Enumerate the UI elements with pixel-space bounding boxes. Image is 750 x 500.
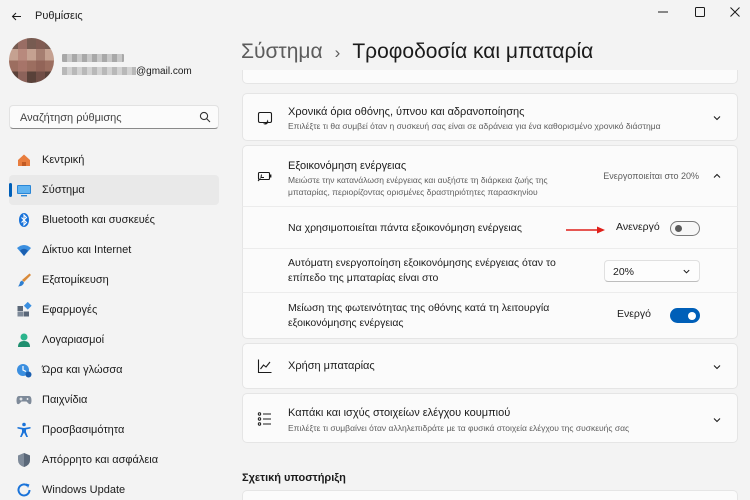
sidebar-item-accounts[interactable]: Λογαριασμοί xyxy=(9,325,219,355)
sidebar-item-label: Κεντρική xyxy=(42,154,85,166)
profile-name-redacted xyxy=(62,54,124,62)
wifi-icon xyxy=(16,242,32,258)
screen-timeout-icon xyxy=(257,110,273,126)
sidebar-item-label: Σύστημα xyxy=(42,184,85,196)
card-title: Χρήση μπαταρίας xyxy=(288,360,375,372)
breadcrumb-parent[interactable]: Σύστημα xyxy=(241,40,323,63)
lower-brightness-row: Μείωση της φωτεινότητας της οθόνης κατά … xyxy=(242,293,738,339)
shield-icon xyxy=(16,452,32,468)
sidebar-item-network[interactable]: Δίκτυο και Internet xyxy=(9,235,219,265)
sidebar-item-label: Εξατομίκευση xyxy=(42,274,109,286)
minimize-button[interactable] xyxy=(646,0,680,24)
maximize-icon xyxy=(695,7,705,17)
apps-icon xyxy=(16,302,32,318)
sidebar-item-personalization[interactable]: Εξατομίκευση xyxy=(9,265,219,295)
row-label-line2: επίπεδο της μπαταρίας είναι στο xyxy=(288,272,439,284)
sidebar-item-bluetooth[interactable]: Bluetooth και συσκευές xyxy=(9,205,219,235)
toggle-state-label: Ανενεργό xyxy=(616,221,660,233)
sidebar-item-label: Bluetooth και συσκευές xyxy=(42,214,155,226)
account-icon xyxy=(16,332,32,348)
toggle-state-label: Ενεργό xyxy=(617,308,651,320)
back-button[interactable] xyxy=(6,6,26,26)
row-label-line2: εξοικονόμησης ενέργειας xyxy=(288,317,404,329)
sidebar-item-time-language[interactable]: Ώρα και γλώσσα xyxy=(9,355,219,385)
card-subtitle: Επιλέξτε τι θα συμβεί όταν η συσκευή σας… xyxy=(288,121,661,131)
brush-icon xyxy=(16,272,32,288)
chevron-down-icon xyxy=(681,266,691,276)
profile-email: @gmail.com xyxy=(136,66,192,77)
card-subtitle-line1: Μειώστε την κατανάλωση ενέργειας και αυξ… xyxy=(288,175,548,185)
gamepad-icon xyxy=(16,392,32,408)
sidebar-item-label: Δίκτυο και Internet xyxy=(42,244,132,256)
search-input[interactable]: Αναζήτηση ρύθμισης xyxy=(9,105,219,129)
battery-saver-card[interactable]: Εξοικονόμηση ενέργειας Μειώστε την καταν… xyxy=(242,145,738,207)
sidebar-item-system[interactable]: Σύστημα xyxy=(9,175,219,205)
sidebar-item-label: Προσβασιμότητα xyxy=(42,424,125,436)
sidebar-item-label: Λογαριασμοί xyxy=(42,334,105,346)
breadcrumb-current: Τροφοδοσία και μπαταρία xyxy=(352,40,594,63)
chart-icon xyxy=(257,358,273,374)
chevron-down-icon xyxy=(711,361,723,373)
sidebar-item-home[interactable]: Κεντρική xyxy=(9,145,219,175)
always-battery-saver-toggle[interactable] xyxy=(670,221,700,236)
sidebar-nav: Κεντρική Σύστημα Bluetooth και συσκευές … xyxy=(9,145,219,500)
sidebar-item-label: Απόρρητο και ασφάλεια xyxy=(42,454,159,466)
accessibility-icon xyxy=(16,422,32,438)
minimize-icon xyxy=(658,11,668,13)
card-title: Καπάκι και ισχύς στοιχείων ελέγχου κουμπ… xyxy=(288,407,511,419)
chevron-up-icon xyxy=(711,170,723,182)
screen-timeouts-card[interactable]: Χρονικά όρια οθόνης, ύπνου και αδρανοποί… xyxy=(242,93,738,141)
lid-power-card[interactable]: Καπάκι και ισχύς στοιχείων ελέγχου κουμπ… xyxy=(242,393,738,443)
card-title: Εξοικονόμηση ενέργειας xyxy=(288,160,407,172)
related-support-heading: Σχετική υποστήριξη xyxy=(242,472,346,484)
battery-saver-icon xyxy=(257,168,273,184)
sidebar-item-label: Εφαρμογές xyxy=(42,304,98,316)
sidebar-item-gaming[interactable]: Παιχνίδια xyxy=(9,385,219,415)
app-title: Ρυθμίσεις xyxy=(35,10,83,22)
row-label-line1: Αυτόματη ενεργοποίηση εξοικονόμησης ενέρ… xyxy=(288,257,556,269)
list-settings-icon xyxy=(257,411,273,427)
sidebar-item-label: Ώρα και γλώσσα xyxy=(42,364,123,376)
close-button[interactable] xyxy=(718,0,750,24)
search-placeholder: Αναζήτηση ρύθμισης xyxy=(20,112,122,124)
always-battery-saver-row: Να χρησιμοποιείται πάντα εξοικονόμηση εν… xyxy=(242,207,738,249)
close-icon xyxy=(730,7,740,17)
maximize-button[interactable] xyxy=(683,0,717,24)
title-bar: Ρυθμίσεις xyxy=(0,0,750,32)
battery-usage-card[interactable]: Χρήση μπαταρίας xyxy=(242,343,738,389)
card-title: Χρονικά όρια οθόνης, ύπνου και αδρανοποί… xyxy=(288,106,525,118)
breadcrumb-separator: › xyxy=(334,43,341,62)
sidebar-item-privacy[interactable]: Απόρρητο και ασφάλεια xyxy=(9,445,219,475)
back-arrow-icon xyxy=(11,12,21,20)
update-icon xyxy=(16,482,32,498)
profile-email-redacted xyxy=(62,67,136,75)
home-icon xyxy=(16,152,32,168)
sidebar-item-windows-update[interactable]: Windows Update xyxy=(9,475,219,500)
previous-card-edge xyxy=(242,70,738,84)
bluetooth-icon xyxy=(16,212,32,228)
sidebar-item-label: Windows Update xyxy=(42,484,126,496)
annotation-arrow xyxy=(566,226,605,234)
search-icon xyxy=(199,111,211,123)
row-label-line1: Μείωση της φωτεινότητας της οθόνης κατά … xyxy=(288,302,550,314)
time-language-icon xyxy=(16,362,32,378)
dropdown-value: 20% xyxy=(613,266,635,278)
card-subtitle: Επιλέξτε τι συμβαίνει όταν αλληλεπιδράτε… xyxy=(288,423,630,433)
chevron-down-icon xyxy=(711,112,723,124)
battery-level-dropdown[interactable]: 20% xyxy=(604,260,700,282)
system-icon xyxy=(16,182,32,198)
lower-brightness-toggle[interactable] xyxy=(670,308,700,323)
chevron-down-icon xyxy=(711,414,723,426)
battery-saver-status: Ενεργοποιείται στο 20% xyxy=(603,171,699,181)
related-support-card-edge xyxy=(242,490,738,500)
row-label: Να χρησιμοποιείται πάντα εξοικονόμηση εν… xyxy=(288,222,522,234)
card-subtitle-line2: μπαταρίας, περιορίζοντας ορισμένες δραστ… xyxy=(288,187,538,197)
page-title: Σύστημα › Τροφοδοσία και μπαταρία xyxy=(241,40,593,64)
avatar[interactable] xyxy=(9,38,54,83)
sidebar-item-accessibility[interactable]: Προσβασιμότητα xyxy=(9,415,219,445)
sidebar-item-apps[interactable]: Εφαρμογές xyxy=(9,295,219,325)
sidebar-item-label: Παιχνίδια xyxy=(42,394,88,406)
